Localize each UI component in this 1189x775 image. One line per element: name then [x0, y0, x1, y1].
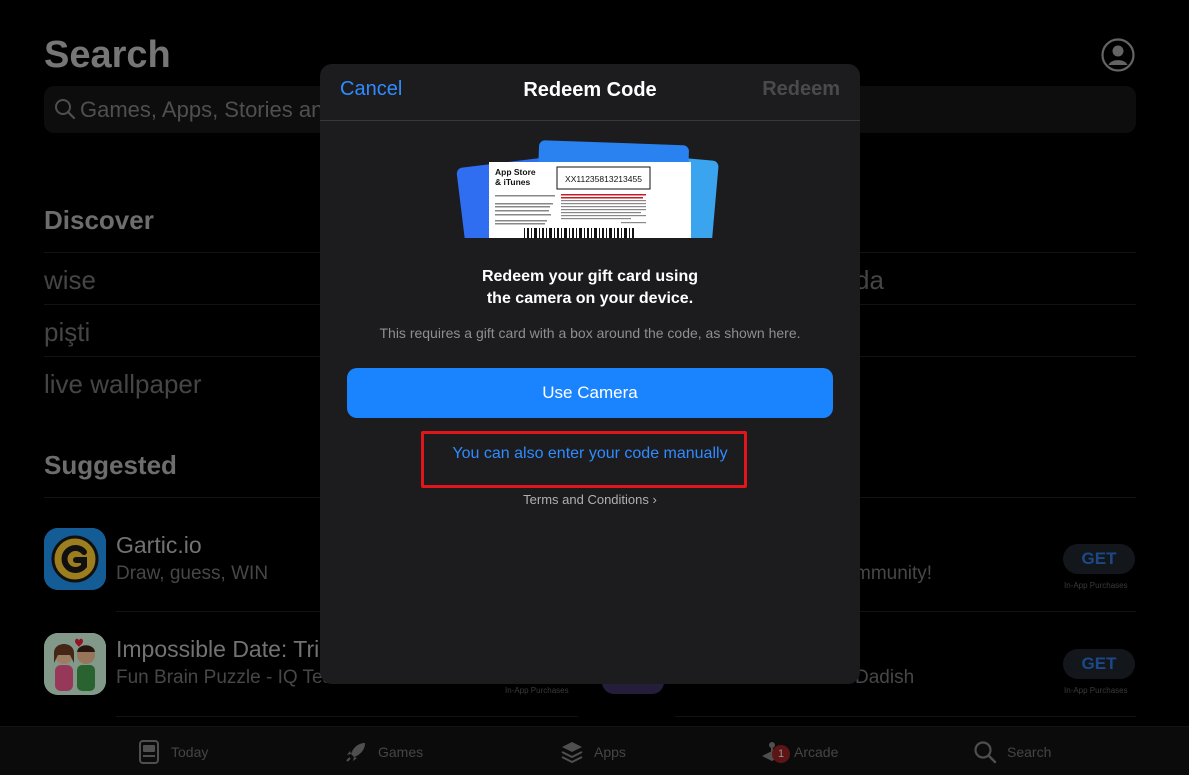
redeem-button[interactable]: Redeem: [762, 78, 840, 101]
card-code: XX11235813213455: [565, 174, 642, 184]
terms-and-conditions-link[interactable]: Terms and Conditions ›: [320, 492, 860, 507]
use-camera-button[interactable]: Use Camera: [347, 368, 833, 418]
gift-card-requirement-text: This requires a gift card with a box aro…: [379, 325, 801, 341]
headline-line: Redeem your gift card using: [481, 268, 699, 285]
card-brand-line1: App Store: [495, 167, 536, 177]
sheet-header: Cancel Redeem Code Redeem: [320, 64, 860, 121]
gift-card-illustration: App Store & iTunes XX11235813213455: [456, 140, 719, 238]
headline-line: the camera on your device.: [486, 290, 694, 307]
redeem-code-sheet: Cancel Redeem Code Redeem App Store & iT…: [320, 64, 860, 684]
redeem-headline: Redeem your gift card using the camera o…: [320, 266, 860, 310]
highlight-annotation-box: [421, 431, 747, 488]
card-brand-line2: & iTunes: [495, 177, 531, 187]
